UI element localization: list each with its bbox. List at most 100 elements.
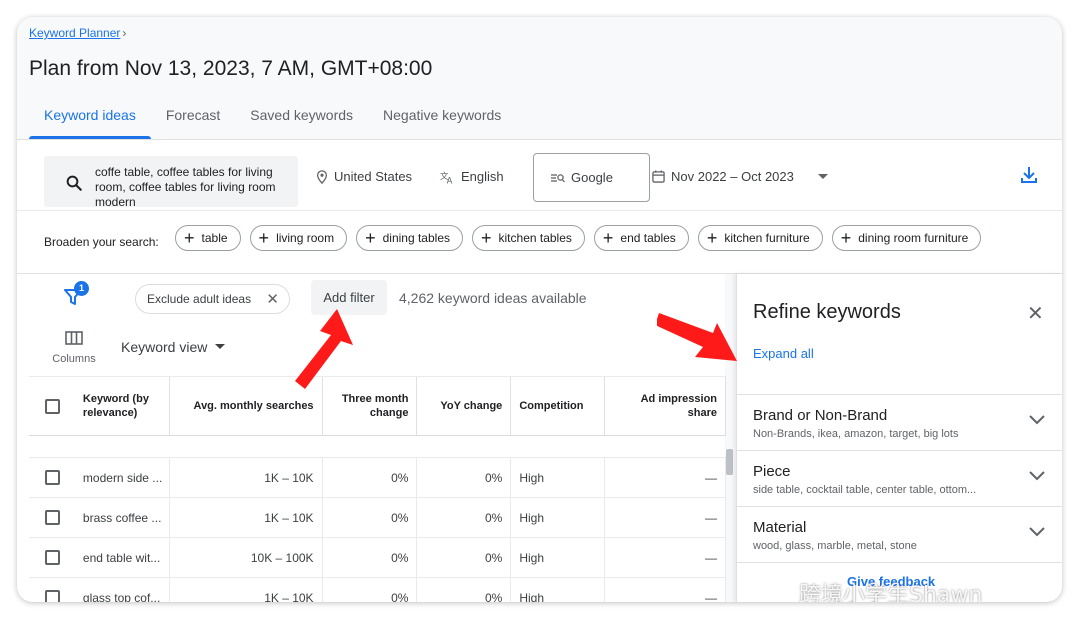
tab-keyword-ideas[interactable]: Keyword ideas [29, 105, 151, 139]
broaden-chip[interactable]: + kitchen furniture [697, 225, 823, 251]
cell-competition: High [511, 538, 606, 577]
section-title: Piece [753, 463, 791, 480]
section-subtitle: wood, glass, marble, metal, stone [753, 540, 917, 552]
expand-all-link[interactable]: Expand all [753, 346, 814, 361]
broaden-chip[interactable]: + living room [249, 225, 348, 251]
dropdown-arrow-icon [817, 173, 828, 179]
download-icon[interactable] [1019, 165, 1039, 185]
broaden-label: Broaden your search: [44, 235, 159, 249]
cell-keyword: brass coffee ... [76, 498, 170, 537]
language-selector[interactable]: 文A English [440, 169, 504, 184]
cell-three-month-change: 0% [323, 458, 418, 497]
broaden-chip[interactable]: + dining room furniture [831, 225, 982, 251]
breadcrumb[interactable]: Keyword Planner › [29, 26, 126, 40]
broaden-chip[interactable]: + end tables [593, 225, 689, 251]
chip-label: dining room furniture [858, 231, 969, 245]
table-header: Keyword (by relevance) Avg. monthly sear… [29, 376, 727, 436]
row-checkbox[interactable] [44, 590, 60, 602]
refine-section-material[interactable]: Material wood, glass, marble, metal, sto… [737, 506, 1062, 562]
header-yoy-change[interactable]: YoY change [417, 377, 512, 435]
table-row[interactable]: modern side ... 1K – 10K 0% 0% High — [29, 458, 727, 498]
cell-competition: High [511, 458, 606, 497]
breadcrumb-link[interactable]: Keyword Planner [29, 26, 120, 40]
keyword-ideas-panel: 1 Exclude adult ideas ✕ Add filter 4,262… [17, 274, 727, 602]
search-icon [66, 175, 82, 191]
row-checkbox[interactable] [44, 510, 60, 525]
chip-label: Exclude adult ideas [147, 292, 252, 306]
columns-icon [65, 331, 83, 345]
cell-three-month-change: 0% [323, 498, 418, 537]
row-checkbox-cell [29, 538, 76, 577]
keyword-view-label: Keyword view [121, 339, 208, 355]
exclude-adult-ideas-chip[interactable]: Exclude adult ideas ✕ [135, 284, 290, 314]
tab-saved-keywords[interactable]: Saved keywords [235, 105, 368, 139]
table-scrollbar[interactable] [726, 449, 733, 475]
broaden-chip[interactable]: + table [175, 225, 241, 251]
broaden-chip-list: + table + living room + dining tables + kitc… [175, 225, 982, 251]
location-pin-icon [316, 169, 328, 184]
close-icon[interactable]: ✕ [1027, 304, 1044, 324]
header-competition[interactable]: Competition [511, 377, 606, 435]
cell-yoy-change: 0% [417, 498, 512, 537]
header-ad-impression-share[interactable]: Ad impression share [605, 377, 727, 435]
row-checkbox-cell [29, 578, 76, 602]
keyword-search-input[interactable]: coffe table, coffee tables for living ro… [44, 156, 298, 209]
table-row[interactable]: glass top cof... 1K – 10K 0% 0% High — [29, 578, 727, 602]
chevron-down-icon [1029, 471, 1045, 481]
translate-icon: 文A [440, 170, 453, 183]
ideas-count: 4,262 keyword ideas available [399, 290, 587, 306]
add-filter-button[interactable]: Add filter [311, 280, 387, 315]
section-subtitle: Non-Brands, ikea, amazon, target, big lo… [753, 428, 959, 440]
header-three-month-change[interactable]: Three month change [323, 377, 418, 435]
keyword-view-dropdown[interactable]: Keyword view [121, 339, 226, 355]
tab-forecast[interactable]: Forecast [151, 105, 235, 139]
keyword-planner-window: Keyword Planner › Plan from Nov 13, 2023,… [17, 17, 1062, 602]
refine-title: Refine keywords [753, 301, 901, 323]
table-row[interactable]: end table wit... 10K – 100K 0% 0% High — [29, 538, 727, 578]
cell-avg-searches: 1K – 10K [170, 578, 323, 602]
cell-yoy-change: 0% [417, 578, 512, 602]
table-spacer [29, 436, 726, 458]
row-checkbox[interactable] [44, 470, 60, 485]
location-selector[interactable]: United States [316, 169, 412, 184]
cell-three-month-change: 0% [323, 538, 418, 577]
chip-label: dining tables [382, 231, 450, 245]
cell-yoy-change: 0% [417, 538, 512, 577]
cell-ad-impression-share: — [605, 578, 727, 602]
date-range-selector[interactable]: Nov 2022 – Oct 2023 [652, 169, 828, 184]
section-title: Brand or Non-Brand [753, 407, 888, 424]
tab-negative-keywords[interactable]: Negative keywords [368, 105, 516, 139]
network-label: Google [571, 170, 613, 185]
table-row[interactable]: brass coffee ... 1K – 10K 0% 0% High — [29, 498, 727, 538]
header-keyword[interactable]: Keyword (by relevance) [76, 377, 170, 435]
refine-section-brand[interactable]: Brand or Non-Brand Non-Brands, ikea, ama… [737, 394, 1062, 450]
plus-icon: + [706, 228, 718, 248]
cell-avg-searches: 10K – 100K [170, 538, 323, 577]
chevron-down-icon [1029, 527, 1045, 537]
dropdown-arrow-icon [215, 344, 226, 349]
cell-avg-searches: 1K – 10K [170, 498, 323, 537]
location-label: United States [334, 169, 413, 184]
chevron-right-icon: › [122, 26, 127, 40]
chip-label: kitchen furniture [724, 231, 810, 245]
refine-section-piece[interactable]: Piece side table, cocktail table, center… [737, 450, 1062, 506]
plus-icon: + [481, 228, 492, 248]
refine-keywords-panel: Refine keywords ✕ Expand all Brand or No… [736, 274, 1062, 602]
row-checkbox[interactable] [44, 550, 60, 565]
header-avg-monthly-searches[interactable]: Avg. monthly searches [170, 377, 323, 435]
cell-competition: High [511, 578, 606, 602]
cell-ad-impression-share: — [605, 538, 727, 577]
plus-icon: + [602, 228, 614, 248]
broaden-chip[interactable]: + kitchen tables [472, 225, 585, 251]
columns-button[interactable]: Columns [48, 331, 100, 365]
chevron-down-icon [1029, 415, 1045, 425]
search-network-icon [551, 173, 565, 182]
svg-text:A: A [447, 175, 453, 183]
cell-competition: High [511, 498, 606, 537]
close-icon[interactable]: ✕ [266, 290, 279, 308]
broaden-chip[interactable]: + dining tables [356, 225, 463, 251]
network-selector[interactable]: Google [533, 153, 650, 202]
cell-ad-impression-share: — [605, 458, 727, 497]
select-all-checkbox[interactable] [44, 398, 60, 414]
columns-label: Columns [52, 353, 96, 365]
